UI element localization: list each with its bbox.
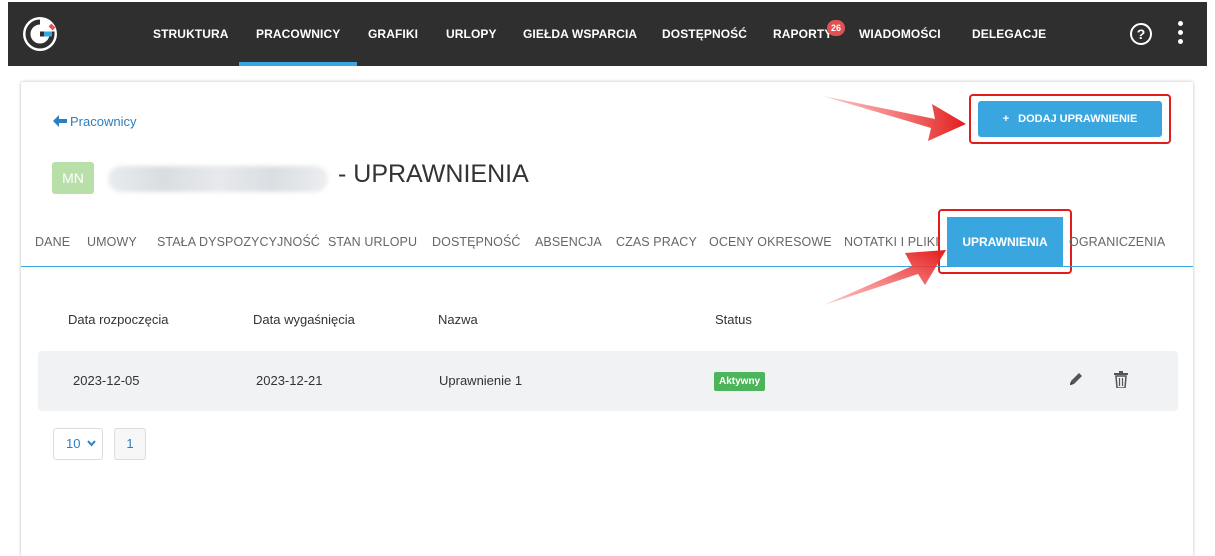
tab-notatki-i-pliki[interactable]: NOTATKI I PLIKI: [844, 235, 939, 249]
pencil-icon[interactable]: [1068, 371, 1084, 387]
start-date-cell: 2023-12-05: [73, 373, 140, 388]
avatar: MN: [52, 162, 94, 194]
app-screen: STRUKTURA PRACOWNICY GRAFIKI URLOPY GIEŁ…: [0, 0, 1215, 556]
column-header-end-date[interactable]: Data wygaśnięcia: [253, 312, 355, 327]
active-tab-highlight: [938, 209, 1072, 274]
plus-icon: +: [1002, 113, 1010, 125]
end-date-cell: 2023-12-21: [256, 373, 323, 388]
tab-umowy[interactable]: UMOWY: [87, 235, 137, 249]
nav-urlopy[interactable]: URLOPY: [446, 2, 497, 66]
column-header-start-date[interactable]: Data rozpoczęcia: [68, 312, 168, 327]
page-title: - UPRAWNIENIA: [338, 160, 529, 188]
arrow-left-icon: [53, 115, 67, 127]
tab-stala-dyspozycyjnosc[interactable]: STAŁA DYSPOZYCYJNOŚĆ: [157, 235, 320, 249]
more-vertical-icon[interactable]: [1177, 21, 1183, 47]
page-size-select[interactable]: 10: [53, 428, 103, 460]
nav-raporty[interactable]: RAPORTY: [773, 2, 832, 66]
nav-delegacje[interactable]: DELEGACJE: [972, 2, 1046, 66]
nav-dostepnosc[interactable]: DOSTĘPNOŚĆ: [662, 2, 747, 66]
employee-name-redacted: [108, 166, 328, 192]
tab-dane[interactable]: DANE: [35, 235, 70, 249]
status-badge: Aktywny: [714, 372, 766, 391]
back-link-label: Pracownicy: [70, 114, 137, 129]
nav-gielda-wsparcia[interactable]: GIEŁDA WSPARCIA: [523, 2, 637, 66]
table-row: 2023-12-05 2023-12-21 Uprawnienie 1 Akty…: [38, 351, 1178, 411]
employee-tabs: DANE UMOWY STAŁA DYSPOZYCYJNOŚĆ STAN URL…: [21, 209, 1193, 274]
page-size-value: 10: [66, 436, 81, 451]
tab-dostepnosc[interactable]: DOSTĘPNOŚĆ: [432, 235, 521, 249]
tab-absencja[interactable]: ABSENCJA: [535, 235, 602, 249]
tabs-divider: [21, 266, 1193, 267]
name-cell: Uprawnienie 1: [439, 373, 523, 388]
tab-stan-urlopu[interactable]: STAN URLOPU: [328, 235, 417, 249]
content-card: Pracownicy + DODAJ UPRAWNIENIE MN - UPRAW…: [21, 82, 1193, 556]
nav-grafiki[interactable]: GRAFIKI: [368, 2, 418, 66]
question-circle-icon[interactable]: ?: [1130, 23, 1152, 45]
trash-icon[interactable]: [1114, 371, 1128, 388]
top-navbar: STRUKTURA PRACOWNICY GRAFIKI URLOPY GIEŁ…: [8, 2, 1207, 66]
nav-pracownicy[interactable]: PRACOWNICY: [238, 2, 358, 66]
tab-oceny-okresowe[interactable]: OCENY OKRESOWE: [709, 235, 832, 249]
tab-ograniczenia[interactable]: OGRANICZENIA: [1069, 235, 1165, 249]
tab-czas-pracy[interactable]: CZAS PRACY: [616, 235, 697, 249]
nav-struktura[interactable]: STRUKTURA: [153, 2, 229, 66]
add-permission-button[interactable]: + DODAJ UPRAWNIENIE: [978, 101, 1162, 137]
nav-wiadomosci[interactable]: WIADOMOŚCI: [859, 2, 941, 66]
raporty-count-badge: 26: [827, 20, 845, 36]
column-header-name[interactable]: Nazwa: [438, 312, 478, 327]
chevron-down-icon: [87, 440, 96, 447]
add-permission-label: DODAJ UPRAWNIENIE: [1018, 113, 1138, 125]
pagination-page-1[interactable]: 1: [114, 428, 146, 460]
app-logo-icon[interactable]: [22, 16, 58, 52]
column-header-status[interactable]: Status: [715, 312, 752, 327]
